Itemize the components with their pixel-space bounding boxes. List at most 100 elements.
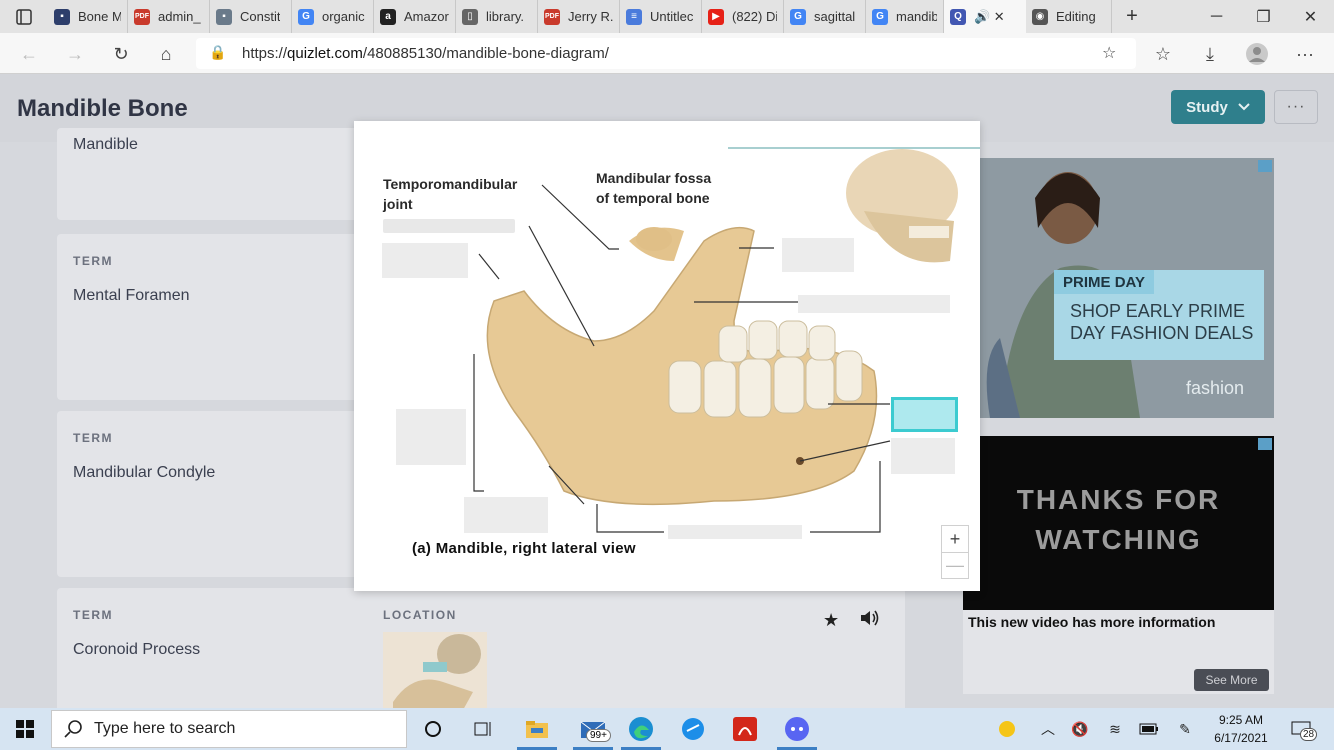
browser-tab[interactable]: ▪ Constit	[210, 0, 292, 33]
browser-tab[interactable]: PDF Jerry R.	[538, 0, 620, 33]
clock[interactable]: 9:25 AM 6/17/2021	[1204, 711, 1278, 747]
mail-icon[interactable]: 99+	[570, 711, 616, 750]
app-blue-icon[interactable]	[670, 711, 716, 747]
home-icon[interactable]: ⌂	[153, 41, 179, 67]
browser-tab-label: library.	[486, 9, 525, 24]
volume-muted-icon[interactable]: 🔇	[1069, 718, 1091, 740]
browser-tab[interactable]: ▪ Bone M	[48, 0, 128, 33]
google-icon: G	[790, 8, 806, 25]
notifications-icon[interactable]: 28	[1290, 718, 1318, 741]
file-icon: ▯	[462, 8, 478, 25]
tab-strip: ▪ Bone M PDF admin_ ▪ Constit Gorganic a Amazor ▯…	[0, 0, 1334, 33]
browser-tab-label: mandib	[896, 9, 937, 24]
bone-icon: ▪	[54, 8, 70, 25]
ad-banner-fashion[interactable]: SHOP EARLY PRIME DAY FASHION DEALS PRIME…	[980, 158, 1274, 418]
browser-tab-label: (822) Di	[732, 9, 777, 24]
label-mandibular-fossa: Mandibular fossa of temporal bone	[596, 170, 712, 206]
file-explorer-icon[interactable]	[514, 711, 560, 750]
browser-tab[interactable]: Gmandib	[866, 0, 944, 33]
zoom-in-button[interactable]: +	[942, 526, 968, 552]
term-card: TERM Coronoid Process LOCATION ★	[57, 588, 905, 708]
new-tab-button[interactable]: +	[1112, 0, 1152, 33]
diagram-caption: (a) Mandible, right lateral view	[412, 540, 636, 557]
term-label: TERM	[73, 254, 113, 268]
pen-icon[interactable]: ✎	[1174, 718, 1196, 740]
downloads-icon[interactable]: ⤓	[1197, 41, 1223, 67]
ad-caption: This new video has more information	[968, 614, 1216, 630]
taskbar-search[interactable]: Type here to search	[51, 710, 407, 748]
edge-icon[interactable]	[618, 711, 664, 750]
zoom-controls: + —	[941, 525, 969, 579]
browser-tab[interactable]: ≡ Untitlec	[620, 0, 702, 33]
browser-tab-label: Amazor	[404, 9, 449, 24]
address-bar: ← → ↻ ⌂ 🔒 https://quizlet.com/480885130/…	[0, 33, 1334, 74]
browser-tab-label: Jerry R.	[568, 9, 613, 24]
refresh-icon[interactable]: ↻	[108, 41, 134, 67]
ad-headline: SHOP EARLY PRIME DAY FASHION DEALS	[1070, 301, 1254, 343]
taskbar: Type here to search 99+ ︿ 🔇 ≋ ✎ 9:25 AM …	[0, 708, 1334, 750]
pdf-icon: PDF	[134, 8, 150, 25]
start-button[interactable]	[0, 708, 50, 750]
page-content: Mandible Bone Study ··· Mandible TERM Me…	[0, 74, 1334, 708]
task-view-icon[interactable]	[460, 711, 506, 747]
term-label: TERM	[73, 431, 113, 445]
weather-icon[interactable]	[996, 718, 1018, 740]
url-field[interactable]: 🔒 https://quizlet.com/480885130/mandible…	[196, 38, 1136, 69]
browser-tab[interactable]: Gsagittal	[784, 0, 866, 33]
url-text: https://quizlet.com/480885130/mandible-b…	[242, 45, 609, 62]
settings-more-icon[interactable]: ···	[1292, 41, 1318, 67]
forward-icon[interactable]: →	[62, 41, 88, 67]
location-thumbnail[interactable]	[383, 632, 487, 708]
lock-icon[interactable]: 🔒	[209, 44, 226, 61]
profile-avatar[interactable]	[1244, 41, 1270, 67]
star-icon[interactable]: ★	[823, 610, 839, 631]
chevron-down-icon	[1238, 103, 1250, 111]
chevron-up-icon[interactable]: ︿	[1037, 718, 1059, 740]
browser-tab[interactable]: ▯ library.	[456, 0, 538, 33]
browser-tab[interactable]: a Amazor	[374, 0, 456, 33]
adchoices-icon[interactable]	[1258, 438, 1272, 450]
ad-brand: fashion	[1186, 378, 1245, 398]
browser-tab-label: organic	[322, 9, 365, 24]
cortana-icon[interactable]	[410, 711, 456, 747]
back-icon[interactable]: ←	[16, 41, 42, 67]
more-options-button[interactable]: ···	[1274, 90, 1318, 124]
discord-icon[interactable]	[774, 711, 820, 750]
browser-tab[interactable]: Gorganic	[292, 0, 374, 33]
amazon-icon: a	[380, 8, 396, 25]
notification-count: 28	[1300, 728, 1318, 741]
term-text: Mental Foramen	[73, 287, 190, 304]
term-text: Mandibular Condyle	[73, 464, 216, 481]
wifi-icon[interactable]: ≋	[1104, 718, 1126, 740]
adchoices-icon[interactable]	[1258, 160, 1272, 172]
add-favorite-icon[interactable]: ☆	[1102, 43, 1116, 63]
zoom-out-button[interactable]: —	[942, 552, 968, 578]
highlighted-answer-box[interactable]	[891, 397, 958, 432]
browser-tab[interactable]: ▶ (822) Di	[702, 0, 784, 33]
browser-tab[interactable]: ◉ Editing	[1026, 0, 1112, 33]
browser-tab-label: Editing	[1056, 9, 1096, 24]
browser-tab[interactable]: PDF admin_	[128, 0, 210, 33]
tab-actions-button[interactable]	[0, 0, 48, 33]
ad-video[interactable]: THANKS FOR WATCHING	[963, 436, 1274, 610]
tab-actions-icon	[16, 8, 32, 25]
study-button[interactable]: Study	[1171, 90, 1265, 124]
close-window-button[interactable]: ✕	[1287, 0, 1334, 33]
battery-icon[interactable]	[1138, 718, 1160, 740]
youtube-icon: ▶	[708, 8, 724, 25]
windows-icon	[16, 720, 34, 738]
browser-tab-label: Bone M	[78, 9, 121, 24]
app-icon: ◉	[1032, 8, 1048, 25]
restore-button[interactable]: ❐	[1240, 0, 1287, 33]
ad-caption-box: This new video has more information See …	[963, 610, 1274, 694]
minimize-button[interactable]: ─	[1193, 0, 1240, 33]
favorites-icon[interactable]: ☆	[1150, 41, 1176, 67]
url-prefix: https://	[242, 45, 288, 62]
pdf-icon: PDF	[544, 8, 560, 25]
audio-icon[interactable]	[859, 608, 879, 633]
see-more-button[interactable]: See More	[1194, 669, 1269, 691]
tab-audio-close-icon[interactable]: 🔊 ✕	[974, 9, 1005, 25]
acrobat-icon[interactable]	[722, 711, 768, 747]
diagram-modal: Temporomandibular joint Mandibular fossa…	[354, 121, 980, 591]
browser-tab[interactable]: Q 🔊 ✕	[944, 0, 1026, 33]
